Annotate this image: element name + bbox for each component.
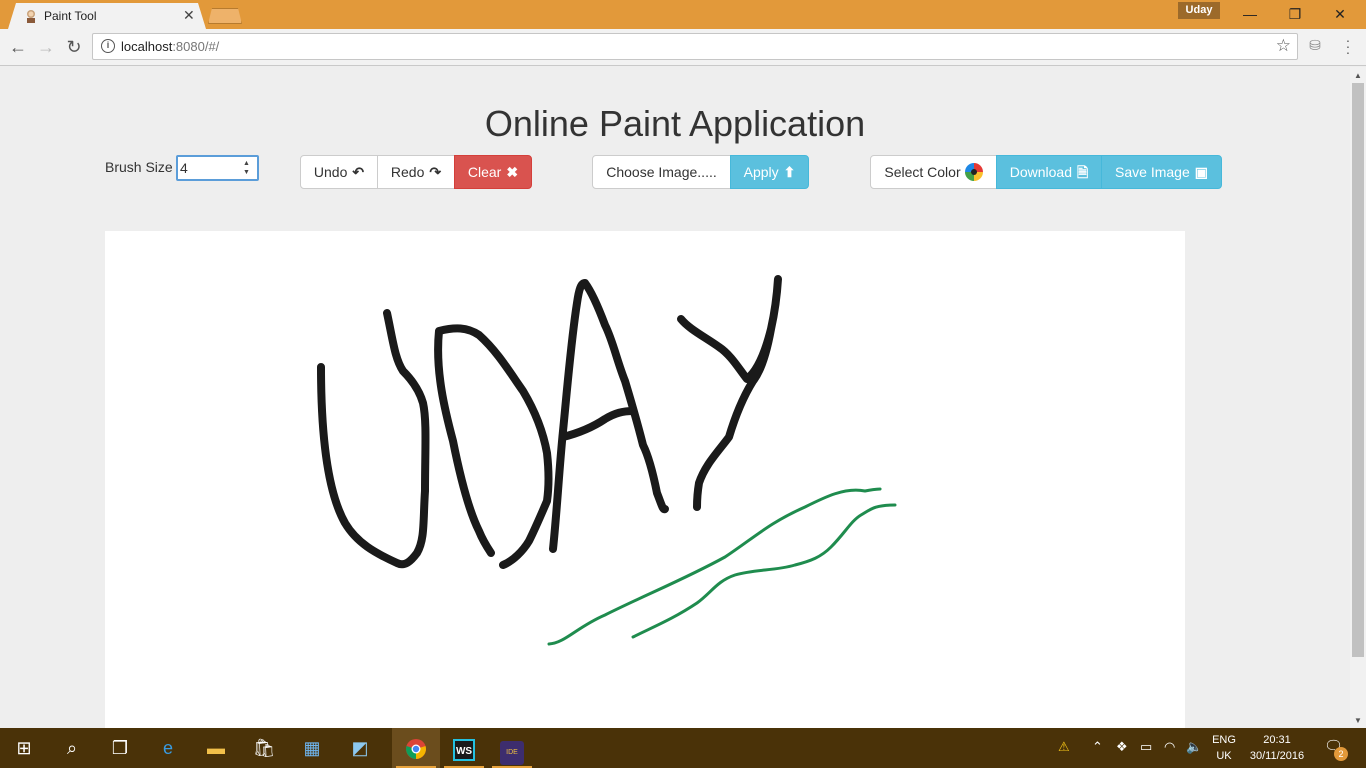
apply-label: Apply xyxy=(743,164,779,180)
back-icon[interactable]: ← xyxy=(8,37,28,57)
new-tab-button[interactable] xyxy=(208,8,242,24)
select-color-label: Select Color xyxy=(884,164,961,180)
choose-image-label: Choose Image..... xyxy=(606,164,717,180)
brush-size-label: Brush Size xyxy=(105,159,173,175)
browser-toolbar: ← → ↻ i localhost:8080/#/ ☆ ⛁ · · · xyxy=(0,29,1366,66)
select-color-button[interactable]: Select Color xyxy=(870,155,997,189)
site-info-icon[interactable]: i xyxy=(101,39,115,53)
scroll-down-icon[interactable]: ▼ xyxy=(1354,716,1362,725)
clock-time: 20:31 xyxy=(1263,734,1291,746)
browser-tab[interactable]: Paint Tool ✕ xyxy=(8,3,206,29)
browser-menu-icon[interactable]: · · · xyxy=(1342,33,1354,59)
clear-label: Clear xyxy=(467,164,502,180)
scroll-up-icon[interactable]: ▲ xyxy=(1354,71,1362,80)
minimize-icon[interactable]: — xyxy=(1235,4,1265,24)
page-viewport: Online Paint Application Brush Size ▲▼ U… xyxy=(0,67,1350,728)
undo-button[interactable]: Undo ↶ xyxy=(300,155,378,189)
stroke-letter-d xyxy=(434,324,553,569)
chrome-icon[interactable] xyxy=(392,728,440,768)
redo-label: Redo xyxy=(390,164,425,180)
dropbox-icon[interactable]: ❖ xyxy=(1116,739,1128,755)
brush-size-spinner-icon[interactable]: ▲ ▼ xyxy=(243,159,250,177)
picture-icon: ▣ xyxy=(1194,164,1208,180)
profile-badge[interactable]: Uday xyxy=(1178,2,1220,19)
wifi-icon[interactable]: ◠ xyxy=(1164,739,1175,755)
language-bottom: UK xyxy=(1216,750,1232,762)
upload-icon: ⬆ xyxy=(783,164,796,180)
control-panel-icon[interactable]: ▦ xyxy=(288,728,336,768)
chrome-logo xyxy=(406,739,426,760)
undo-arrow-icon: ↶ xyxy=(352,164,365,180)
stroke-green-upper xyxy=(547,487,882,646)
times-icon: ✖ xyxy=(506,164,519,180)
file-download-icon: 🗎 xyxy=(1077,164,1089,180)
undo-label: Undo xyxy=(313,164,348,180)
download-label: Download xyxy=(1009,164,1072,180)
task-view-icon[interactable]: ❐ xyxy=(96,728,144,768)
start-icon[interactable]: ⊞ xyxy=(0,728,48,768)
remote-desktop-icon[interactable]: ◩ xyxy=(336,728,384,768)
battery-icon[interactable]: ▭ xyxy=(1140,739,1152,755)
bookmark-star-icon[interactable]: ☆ xyxy=(1276,36,1291,56)
redo-button[interactable]: Redo ↷ xyxy=(377,155,455,189)
url-path: :8080/#/ xyxy=(172,39,220,54)
choose-image-button[interactable]: Choose Image..... xyxy=(592,155,731,189)
color-wheel-icon xyxy=(964,163,983,182)
save-image-button[interactable]: Save Image ▣ xyxy=(1101,155,1222,189)
scrollbar-thumb[interactable] xyxy=(1352,83,1364,657)
tab-close-icon[interactable]: ✕ xyxy=(183,7,195,24)
stroke-letter-y xyxy=(677,275,782,511)
redo-arrow-icon: ↷ xyxy=(429,164,442,180)
warning-icon[interactable]: ⚠ xyxy=(1058,739,1070,755)
paint-canvas[interactable] xyxy=(105,231,1185,728)
save-image-label: Save Image xyxy=(1115,164,1190,180)
edge-icon[interactable]: e xyxy=(144,728,192,768)
language-indicator[interactable]: ENG UK xyxy=(1206,732,1242,764)
windows-taskbar: ⊞ ⌕ ❐ e ▬ 🛍 ▦ ◩ WS IDE ⚠ ⌃ ❖ ▭ ◠ 🔈 ENG U… xyxy=(0,728,1366,768)
reload-icon[interactable]: ↻ xyxy=(64,37,84,57)
language-top: ENG xyxy=(1212,734,1236,746)
notification-count-badge: 2 xyxy=(1334,747,1348,761)
search-icon[interactable]: ⌕ xyxy=(48,728,96,768)
forward-icon[interactable]: → xyxy=(36,37,56,57)
stroke-green-lower xyxy=(631,503,897,639)
page-title: Online Paint Application xyxy=(484,103,866,144)
java-ee-ide-icon[interactable]: IDE xyxy=(488,728,536,768)
clock[interactable]: 20:31 30/11/2016 xyxy=(1246,732,1308,764)
url-host: localhost xyxy=(121,39,173,54)
show-hidden-icons-chevron-icon[interactable]: ⌃ xyxy=(1092,739,1103,755)
volume-icon[interactable]: 🔈 xyxy=(1186,739,1202,755)
close-window-icon[interactable]: ✕ xyxy=(1325,4,1355,24)
store-icon[interactable]: 🛍 xyxy=(240,728,288,768)
address-bar[interactable]: i localhost:8080/#/ ☆ xyxy=(92,33,1298,60)
clear-button[interactable]: Clear ✖ xyxy=(454,155,532,189)
url-text: localhost:8080/#/ xyxy=(121,39,219,54)
browser-titlebar: Paint Tool ✕ Uday — ❐ ✕ xyxy=(0,0,1366,29)
tab-title: Paint Tool xyxy=(44,9,97,23)
download-button[interactable]: Download 🗎 xyxy=(996,155,1102,189)
file-explorer-icon[interactable]: ▬ xyxy=(192,728,240,768)
stroke-letter-u xyxy=(317,309,430,569)
extension-icon[interactable]: ⛁ xyxy=(1306,37,1324,55)
clock-date: 30/11/2016 xyxy=(1249,750,1305,762)
paint-tool-favicon-icon xyxy=(27,10,35,23)
stroke-letter-a xyxy=(549,279,669,553)
apply-button[interactable]: Apply ⬆ xyxy=(730,155,809,189)
restore-icon[interactable]: ❐ xyxy=(1280,4,1310,24)
page-scrollbar[interactable]: ▲ ▼ xyxy=(1350,67,1366,728)
webstorm-icon[interactable]: WS xyxy=(440,728,488,768)
